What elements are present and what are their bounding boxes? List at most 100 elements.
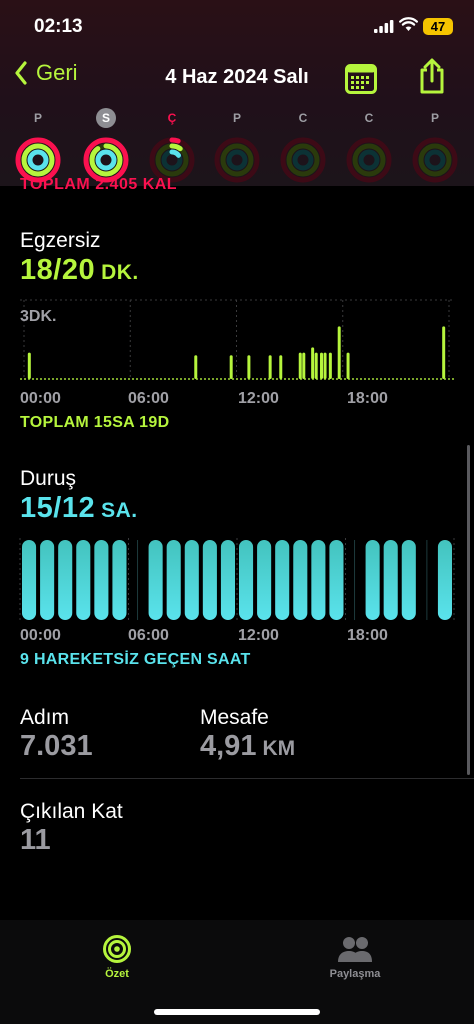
stand-axis-label: 06:00 [128,627,169,644]
distance-value: 4,91 KM [200,730,295,763]
week-selector: P S Ç P C C P [0,108,474,183]
day-item[interactable]: S [81,108,131,184]
ring-track [358,149,380,171]
stand-chart [19,538,455,622]
calendar-button[interactable] [345,64,377,94]
stand-bar [184,540,199,620]
stand-title: Duruş [20,467,77,490]
exercise-bar [194,355,198,379]
stand-bar [293,540,308,620]
ring-progress [27,149,49,171]
stand-axis-label: 18:00 [347,627,388,644]
stand-gap [426,540,428,620]
stand-bar [257,540,272,620]
stand-axis-label: 12:00 [238,627,279,644]
exercise-bar [337,326,341,379]
exercise-bar [302,352,306,379]
page-title: 4 Haz 2024 Salı [165,66,309,88]
day-letter: P [430,111,439,125]
day-letter: P [33,111,42,125]
exercise-bar [346,352,350,379]
scroll-indicator[interactable] [467,445,470,775]
exercise-bar [328,352,332,379]
stand-gap [137,540,139,620]
day-item[interactable]: P [410,108,460,184]
activity-rings-icon [412,137,458,183]
exercise-bar [27,352,31,379]
ring-progress [95,149,117,171]
steps-value: 7.031 [20,730,93,762]
tab-sharing[interactable]: Paylaşma [320,934,390,980]
ring-track [424,149,446,171]
exercise-bar [298,352,302,379]
stand-bar [148,540,163,620]
stand-bar [365,540,380,620]
stand-value: 15/12 SA. [20,492,138,525]
share-icon [420,58,444,94]
stand-bar [112,540,127,620]
exercise-total: TOPLAM 15SA 19D [20,414,170,431]
stand-bar [40,540,55,620]
stand-bar [58,540,73,620]
home-indicator [154,1009,320,1015]
exercise-bar [311,347,315,379]
stand-bar [94,540,109,620]
ring-track [292,149,314,171]
day-letter: Ç [167,111,177,125]
exercise-bar [247,355,251,379]
day-letter: S [96,108,116,128]
stand-gap [354,540,356,620]
day-item[interactable]: C [278,108,328,184]
wifi-icon [399,17,418,32]
stand-value-number: 15/12 [20,492,96,524]
stand-value-unit: SA. [101,499,138,522]
exercise-bar [320,352,323,379]
tab-summary[interactable]: Özet [92,934,142,980]
tab-sharing-label: Paylaşma [329,968,381,980]
day-item[interactable]: P [212,108,262,184]
exercise-axis-label: 06:00 [128,390,169,407]
cellular-signal-icon [374,20,394,33]
stand-bar [166,540,181,620]
stand-bar [220,540,235,620]
status-time: 02:13 [34,16,83,37]
floors-value: 11 [20,824,51,856]
ring-track [226,149,248,171]
day-item[interactable]: P [13,108,63,184]
day-letter: P [232,111,241,125]
share-button[interactable] [418,58,446,94]
floors-label: Çıkılan Kat [20,800,123,823]
people-icon [338,937,372,962]
status-bar: 02:13 47 [0,0,474,50]
activity-rings-icon [346,137,392,183]
stand-bar [401,540,416,620]
exercise-axis-label: 00:00 [20,390,61,407]
day-item[interactable]: Ç [147,108,197,184]
activity-rings-icon [280,137,326,183]
exercise-bar [279,355,283,379]
exercise-title: Egzersiz [20,229,101,252]
tab-summary-label: Özet [105,968,129,980]
divider [20,778,474,779]
stand-bar [22,540,37,620]
stand-bar [275,540,290,620]
stand-bar [383,540,398,620]
distance-value-number: 4,91 [200,730,257,762]
stand-bar [76,540,91,620]
navigation-bar: Geri 4 Haz 2024 Salı [0,56,474,100]
exercise-bar [268,355,272,379]
stand-bar [239,540,254,620]
distance-label: Mesafe [200,706,269,729]
day-letter: C [298,111,308,125]
stand-bar [311,540,326,620]
day-item[interactable]: C [344,108,394,184]
stand-bar [437,540,452,620]
move-total: TOPLAM 2.405 KAL [20,176,178,193]
stand-axis-label: 00:00 [20,627,61,644]
stand-bar [329,540,344,620]
exercise-bar [314,352,318,379]
exercise-value-unit: DK. [101,261,139,284]
exercise-value: 18/20 DK. [20,254,139,287]
calendar-icon [345,64,377,94]
stand-total: 9 HAREKETSİZ GEÇEN SAAT [20,651,251,668]
